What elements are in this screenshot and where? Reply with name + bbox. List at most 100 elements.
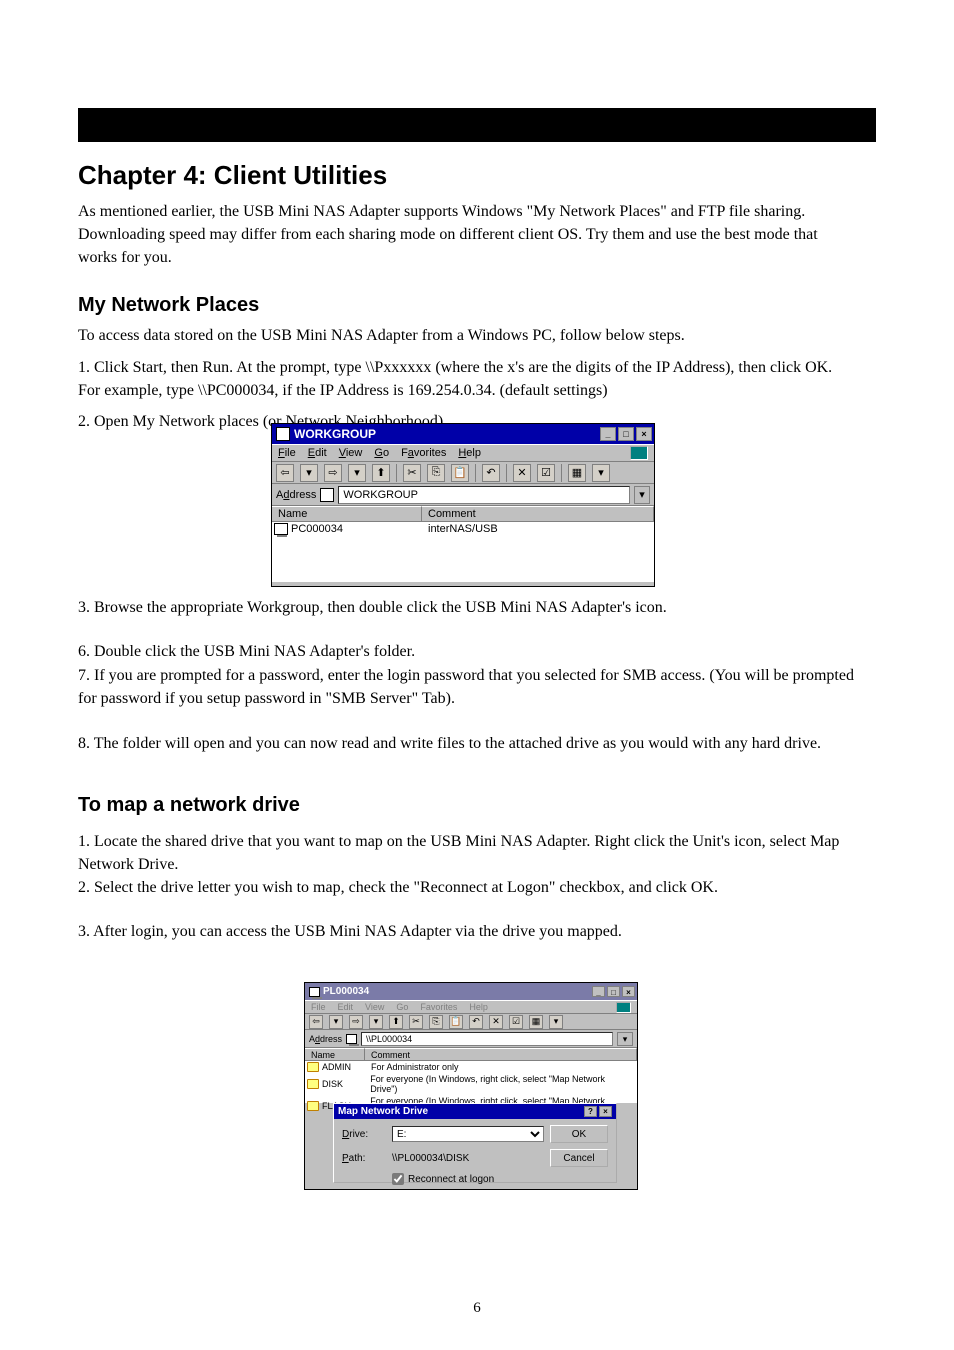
paste-button[interactable]: 📋: [449, 1015, 463, 1029]
list-item[interactable]: PC000034 interNAS/USB: [272, 522, 654, 536]
step-map-2: 2. Select the drive letter you wish to m…: [78, 876, 858, 899]
menu-help[interactable]: Help: [458, 447, 481, 459]
folder-icon: [307, 1101, 319, 1111]
paste-button[interactable]: 📋: [451, 464, 469, 482]
col-name[interactable]: Name: [272, 506, 422, 521]
chapter-title: Chapter 4: Client Utilities: [78, 160, 387, 191]
minimize-button[interactable]: _: [600, 427, 616, 441]
reconnect-label: Reconnect at logon: [408, 1174, 494, 1185]
step-map-3: 3. After login, you can access the USB M…: [78, 920, 858, 943]
menu-favorites[interactable]: Favorites: [420, 1002, 457, 1012]
cancel-button[interactable]: Cancel: [550, 1149, 608, 1167]
views-dropdown[interactable]: ▾: [592, 464, 610, 482]
delete-button[interactable]: ✕: [513, 464, 531, 482]
menu-view[interactable]: View: [365, 1002, 384, 1012]
address-dropdown[interactable]: ▾: [634, 486, 650, 504]
window-title: PL000034: [323, 986, 369, 997]
address-input[interactable]: [338, 486, 630, 504]
path-label: Path:: [342, 1153, 386, 1164]
delete-button[interactable]: ✕: [489, 1015, 503, 1029]
dialog-titlebar: Map Network Drive ? ×: [334, 1104, 616, 1119]
close-button[interactable]: ×: [636, 427, 652, 441]
windows-flag-icon: [630, 446, 648, 460]
undo-button[interactable]: ↶: [469, 1015, 483, 1029]
maximize-button[interactable]: □: [618, 427, 634, 441]
menu-view[interactable]: View: [339, 447, 363, 459]
address-input[interactable]: [361, 1032, 613, 1046]
row-name: PC000034: [291, 523, 343, 535]
windows-flag-icon: [616, 1002, 631, 1013]
back-dropdown[interactable]: ▾: [329, 1015, 343, 1029]
menu-file[interactable]: File: [311, 1002, 326, 1012]
folder-icon: [307, 1079, 319, 1089]
list-item[interactable]: DISK For everyone (In Windows, right cli…: [305, 1073, 637, 1095]
menu-edit[interactable]: Edit: [308, 447, 327, 459]
undo-button[interactable]: ↶: [482, 464, 500, 482]
step-map-1: 1. Locate the shared drive that you want…: [78, 830, 858, 876]
cut-button[interactable]: ✂: [409, 1015, 423, 1029]
back-dropdown[interactable]: ▾: [300, 464, 318, 482]
menubar: FFileile Edit View Go Favorites Help: [272, 444, 654, 462]
computer-icon: [309, 987, 320, 997]
computer-icon: [346, 1034, 357, 1044]
menu-edit[interactable]: Edit: [338, 1002, 354, 1012]
drive-select[interactable]: E:: [392, 1126, 544, 1142]
views-button[interactable]: ▦: [568, 464, 586, 482]
menu-file[interactable]: FFileile: [278, 447, 296, 459]
list-view: PC000034 interNAS/USB: [272, 522, 654, 582]
screenshot-map-network-drive: PL000034 _ □ × File Edit View Go Favorit…: [304, 982, 638, 1190]
dialog-title: Map Network Drive: [338, 1106, 428, 1117]
cut-button[interactable]: ✂: [403, 464, 421, 482]
toolbar: ⇦ ▾ ⇨ ▾ ⬆ ✂ ⎘ 📋 ↶ ✕ ☑ ▦ ▾: [305, 1014, 637, 1030]
maximize-button[interactable]: □: [607, 986, 620, 997]
forward-button[interactable]: ⇨: [324, 464, 342, 482]
forward-dropdown[interactable]: ▾: [348, 464, 366, 482]
col-comment[interactable]: Comment: [422, 506, 654, 521]
list-item[interactable]: ADMIN For Administrator only: [305, 1061, 637, 1073]
column-headers: Name Comment: [305, 1048, 637, 1061]
menu-go[interactable]: Go: [374, 447, 389, 459]
path-input[interactable]: [392, 1150, 544, 1166]
step-1: 1. Click Start, then Run. At the prompt,…: [78, 356, 858, 402]
ok-button[interactable]: OK: [550, 1125, 608, 1143]
drive-label: Drive:: [342, 1129, 386, 1140]
up-button[interactable]: ⬆: [372, 464, 390, 482]
copy-button[interactable]: ⎘: [427, 464, 445, 482]
forward-dropdown[interactable]: ▾: [369, 1015, 383, 1029]
dialog-help-button[interactable]: ?: [584, 1106, 597, 1117]
section-map-drive: To map a network drive: [78, 794, 300, 817]
page-number: 6: [0, 1300, 954, 1317]
toolbar: ⇦ ▾ ⇨ ▾ ⬆ ✂ ⎘ 📋 ↶ ✕ ☑ ▦ ▾: [272, 462, 654, 484]
dialog-close-button[interactable]: ×: [599, 1106, 612, 1117]
back-button[interactable]: ⇦: [309, 1015, 323, 1029]
reconnect-checkbox[interactable]: [392, 1173, 404, 1185]
blank: [78, 946, 858, 969]
header-bar: [78, 108, 876, 142]
copy-button[interactable]: ⎘: [429, 1015, 443, 1029]
properties-button[interactable]: ☑: [509, 1015, 523, 1029]
address-label: Address: [309, 1034, 342, 1044]
computers-icon: [276, 427, 290, 441]
menu-help[interactable]: Help: [469, 1002, 488, 1012]
views-button[interactable]: ▦: [529, 1015, 543, 1029]
section-my-network: My Network Places: [78, 294, 259, 317]
step-7: 7. If you are prompted for a password, e…: [78, 664, 858, 710]
step-6: 6. Double click the USB Mini NAS Adapter…: [78, 640, 858, 663]
list-view: ADMIN For Administrator only DISK For ev…: [305, 1061, 637, 1103]
intro-paragraph: As mentioned earlier, the USB Mini NAS A…: [78, 200, 858, 270]
close-button[interactable]: ×: [622, 986, 635, 997]
views-dropdown[interactable]: ▾: [549, 1015, 563, 1029]
properties-button[interactable]: ☑: [537, 464, 555, 482]
up-button[interactable]: ⬆: [389, 1015, 403, 1029]
forward-button[interactable]: ⇨: [349, 1015, 363, 1029]
map-network-drive-dialog: Map Network Drive ? × Drive: E: OK Path:…: [333, 1103, 617, 1183]
col-comment[interactable]: Comment: [365, 1048, 637, 1060]
minimize-button[interactable]: _: [592, 986, 605, 997]
row-name: DISK: [322, 1079, 343, 1089]
address-dropdown[interactable]: ▾: [617, 1032, 633, 1046]
back-button[interactable]: ⇦: [276, 464, 294, 482]
menu-go[interactable]: Go: [396, 1002, 408, 1012]
menu-favorites[interactable]: Favorites: [401, 447, 446, 459]
col-name[interactable]: Name: [305, 1048, 365, 1060]
titlebar: PL000034 _ □ ×: [305, 983, 637, 1000]
